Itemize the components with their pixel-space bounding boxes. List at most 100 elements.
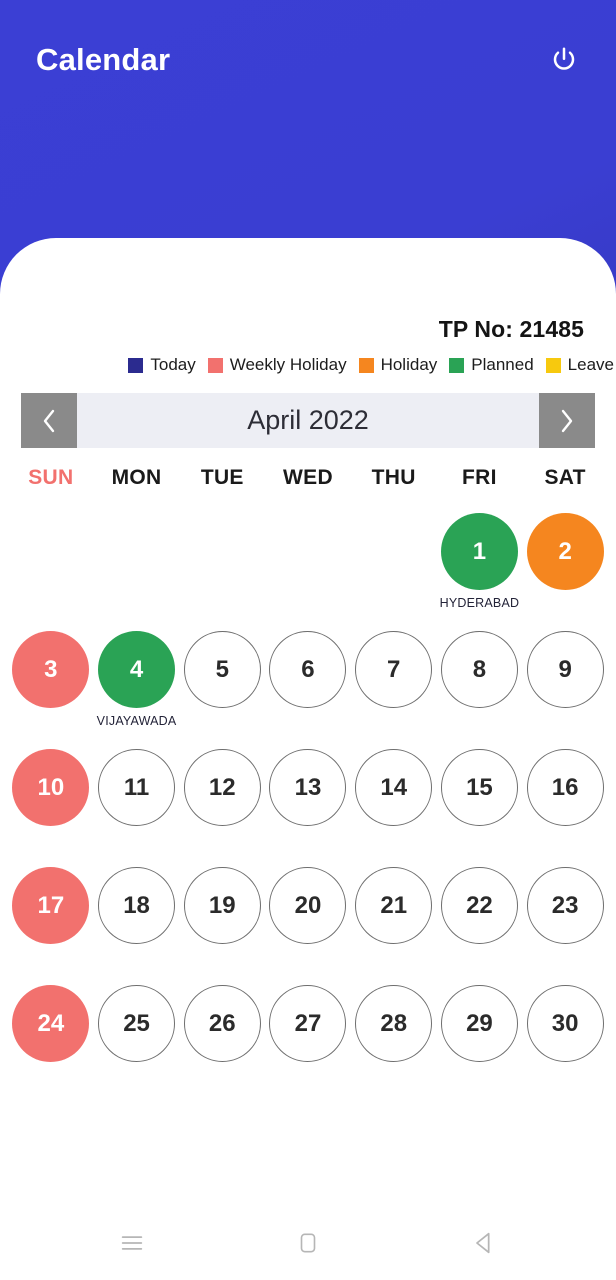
day-cell: 27 (265, 976, 351, 1094)
day-circle[interactable]: 5 (183, 631, 261, 708)
calendar-screen: Calendar TP No: 21485 Today Weekly Holida… (0, 0, 616, 1280)
weekday-tue: TUE (200, 466, 244, 489)
home-square-icon[interactable] (285, 1220, 331, 1266)
day-circle[interactable]: 9 (526, 631, 604, 708)
day-cell: 19 (179, 858, 265, 976)
weekday-mon: MON (111, 466, 162, 489)
day-cell: 5 (179, 622, 265, 740)
legend-swatch-icon (358, 357, 374, 373)
day-circle[interactable]: 30 (526, 985, 604, 1062)
day-cell: 18 (94, 858, 180, 976)
legend-label: Planned (471, 355, 534, 374)
day-circle[interactable]: 23 (526, 867, 604, 944)
day-cell: 4 VIJAYAWADA (94, 622, 180, 740)
legend-label: Holiday (380, 355, 438, 374)
weekday-sat: SAT (544, 466, 586, 489)
day-cell: 16 (522, 740, 608, 858)
legend-item: Leave (545, 355, 614, 375)
content-card: TP No: 21485 Today Weekly Holiday Holiday P… (0, 238, 616, 1280)
day-cell: 1 HYDERABAD (437, 504, 523, 622)
day-circle[interactable]: 22 (440, 867, 518, 944)
tp-no-value: TP No: 21485 (438, 316, 584, 342)
day-circle[interactable]: 13 (269, 749, 347, 826)
back-triangle-icon[interactable] (461, 1220, 507, 1266)
legend-label: Leave (567, 355, 614, 374)
legend-item: Today (128, 355, 196, 375)
day-cell: 12 (179, 740, 265, 858)
legend-item: Planned (449, 355, 534, 375)
day-circle[interactable]: 29 (440, 985, 518, 1062)
legend-swatch-icon (128, 357, 144, 373)
app-bar: Calendar (0, 0, 616, 120)
day-cell: 10 (8, 740, 94, 858)
legend-item: Holiday (358, 355, 438, 375)
weekday-header: SUN MON TUE WED THU FRI SAT (0, 466, 616, 490)
day-circle[interactable]: 17 (12, 867, 90, 944)
weekday-wed: WED (283, 466, 333, 489)
legend-label: Weekly Holiday (229, 355, 347, 374)
day-cell: 8 (437, 622, 523, 740)
day-circle[interactable]: 18 (98, 867, 176, 944)
weekday-sun: SUN (28, 466, 74, 489)
day-cell: 17 (8, 858, 94, 976)
legend-swatch-icon (207, 357, 223, 373)
day-cell: 11 (94, 740, 180, 858)
power-icon[interactable] (542, 38, 586, 82)
day-circle[interactable]: 27 (269, 985, 347, 1062)
day-cell: 23 (522, 858, 608, 976)
legend: Today Weekly Holiday Holiday Planned Leave (0, 343, 616, 375)
day-cell: 14 (351, 740, 437, 858)
day-cell: 26 (179, 976, 265, 1094)
legend-label: Today (150, 355, 196, 374)
day-cell: 3 (8, 622, 94, 740)
month-navigation: April 2022 (21, 393, 595, 448)
day-cell: 2 (522, 504, 608, 622)
next-month-button[interactable] (539, 393, 595, 448)
day-circle[interactable]: 15 (440, 749, 518, 826)
day-circle[interactable]: 14 (355, 749, 433, 826)
day-circle[interactable]: 8 (440, 631, 518, 708)
day-circle[interactable]: 24 (12, 985, 90, 1062)
day-cell: 29 (437, 976, 523, 1094)
day-cell: 25 (94, 976, 180, 1094)
day-circle[interactable]: 25 (98, 985, 176, 1062)
day-cell: 13 (265, 740, 351, 858)
day-note: HYDERABAD (439, 596, 520, 610)
legend-swatch-icon (545, 357, 561, 373)
day-circle[interactable]: 11 (98, 749, 176, 826)
system-navigation-bar (0, 1206, 616, 1280)
day-cell: 24 (8, 976, 94, 1094)
day-circle[interactable]: 12 (183, 749, 261, 826)
day-circle[interactable]: 19 (183, 867, 261, 944)
prev-month-button[interactable] (21, 393, 77, 448)
day-cell: 15 (437, 740, 523, 858)
day-cell: 9 (522, 622, 608, 740)
menu-icon[interactable] (109, 1220, 155, 1266)
weekday-thu: THU (371, 466, 416, 489)
weekday-fri: FRI (462, 466, 497, 489)
day-circle[interactable]: 2 (526, 513, 604, 590)
day-circle[interactable]: 28 (355, 985, 433, 1062)
day-cell: 30 (522, 976, 608, 1094)
day-circle[interactable]: 7 (355, 631, 433, 708)
day-circle[interactable]: 10 (12, 749, 90, 826)
legend-item: Weekly Holiday (207, 355, 347, 375)
day-cell: 20 (265, 858, 351, 976)
month-label: April 2022 (77, 393, 539, 448)
day-circle[interactable]: 21 (355, 867, 433, 944)
day-circle[interactable]: 16 (526, 749, 604, 826)
day-cell: 7 (351, 622, 437, 740)
day-cell: 22 (437, 858, 523, 976)
day-circle[interactable]: 6 (269, 631, 347, 708)
day-grid: 1 HYDERABAD 2 3 4 VIJAYAWADA 5 6 7 8 9 10 11 12 13 14 15… (0, 504, 616, 1094)
day-circle[interactable]: 26 (183, 985, 261, 1062)
legend-swatch-icon (449, 357, 465, 373)
day-circle[interactable]: 4 (98, 631, 176, 708)
page-title: Calendar (36, 42, 171, 77)
day-circle[interactable]: 3 (12, 631, 90, 708)
day-note: VIJAYAWADA (96, 714, 177, 728)
day-circle[interactable]: 1 (440, 513, 518, 590)
day-circle[interactable]: 20 (269, 867, 347, 944)
tp-no-row: TP No: 21485 (0, 238, 616, 343)
day-cell: 6 (265, 622, 351, 740)
